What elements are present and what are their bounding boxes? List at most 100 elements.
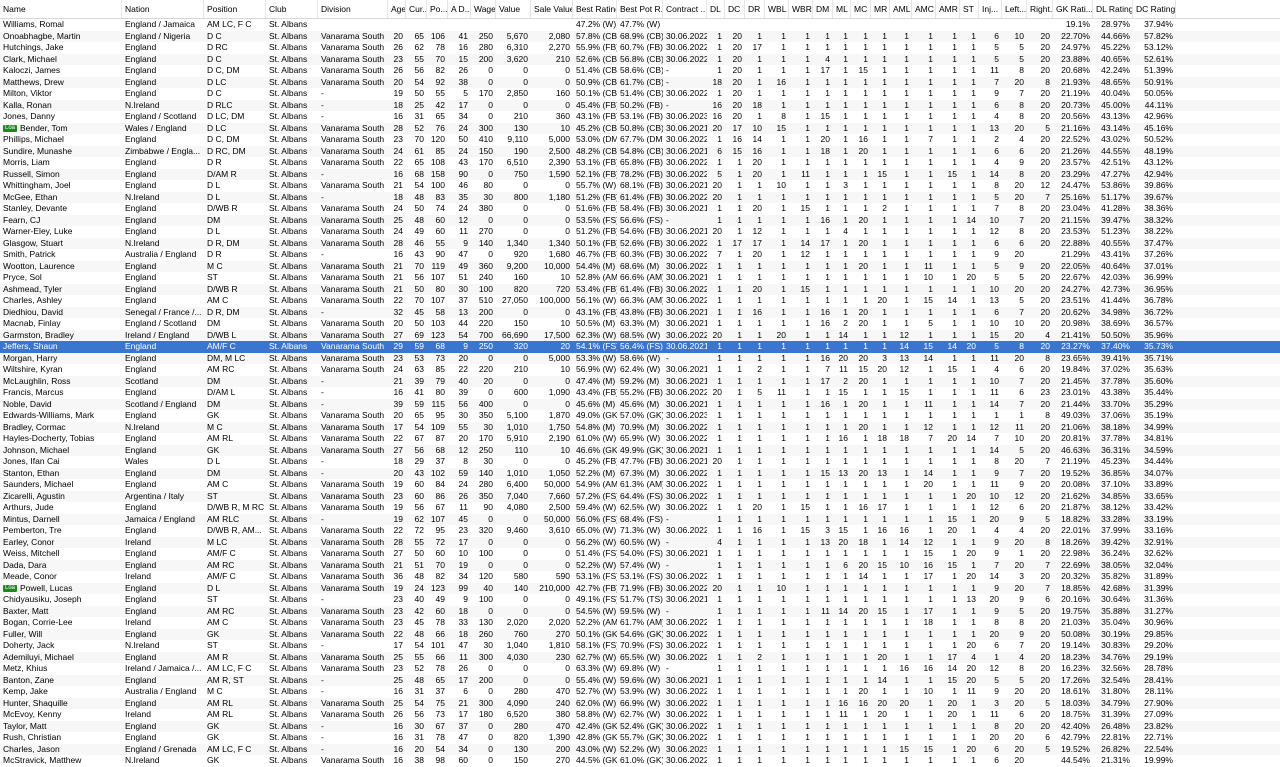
table-row[interactable]: Ademiluyi, Michael England AM R St. Albans V…: [0, 651, 1280, 663]
table-row[interactable]: Hayles-Docherty, Tobias England AM RL St. A…: [0, 433, 1280, 445]
column-header-dc-rating[interactable]: DC Rating: [1133, 0, 1176, 18]
table-row[interactable]: Glasgow, Stuart N.Ireland D R, DM St. Alban…: [0, 237, 1280, 249]
column-header-dc[interactable]: DC: [725, 0, 745, 18]
table-row[interactable]: Williams, Romal England / Jamaica AM LC, F…: [0, 19, 1280, 31]
column-header-inj[interactable]: Inj...: [979, 0, 1002, 18]
table-row[interactable]: Russell, Simon England D/AM R St. Albans -16…: [0, 168, 1280, 180]
table-row[interactable]: Garmston, Bradley Ireland / England D/WB L…: [0, 329, 1280, 341]
table-row[interactable]: Saunders, Michael England AM C St. Albans Va…: [0, 479, 1280, 491]
table-row[interactable]: Macnab, Finlay England / Scotland DM St. Al…: [0, 318, 1280, 330]
table-row[interactable]: Smith, Patrick Australia / England D R St. …: [0, 249, 1280, 261]
column-header-dl[interactable]: DL: [707, 0, 725, 18]
column-header-dl-rating[interactable]: DL Rating: [1093, 0, 1133, 18]
table-row[interactable]: Pemberton, Tre England D/WB R, AM... St. Al…: [0, 525, 1280, 537]
table-row[interactable]: McGee, Ethan N.Ireland D L St. Albans -18 48 8…: [0, 191, 1280, 203]
table-row[interactable]: Fearn, CJ England DM St. Albans Vanarama Sou…: [0, 214, 1280, 226]
table-row[interactable]: Jeffers, Shaun England AM/F C St. Albans Van…: [0, 341, 1280, 353]
table-row[interactable]: Mintus, Darnell Jamaica / England AM RLC St…: [0, 513, 1280, 525]
table-row[interactable]: Dada, Dara England AM RC St. Albans Vanarama…: [0, 559, 1280, 571]
table-row[interactable]: Pryce, Sol England ST St. Albans Vanarama So…: [0, 272, 1280, 284]
table-row[interactable]: Bogan, Corrie-Lee Ireland AM C St. Albans Va…: [0, 617, 1280, 629]
table-row[interactable]: Jones, Ifan Cai Wales D L St. Albans -18 29 37…: [0, 456, 1280, 468]
column-header-cur[interactable]: Cur...: [406, 0, 427, 18]
table-row[interactable]: Sundire, Munashe Zimbabwe / Engla... D RC,…: [0, 145, 1280, 157]
column-header-dm[interactable]: DM: [813, 0, 833, 18]
table-row[interactable]: Taylor, Matt England GK St. Albans -16 30 67 37…: [0, 720, 1280, 732]
table-row[interactable]: Charles, Jason England / Grenada AM LC, F …: [0, 743, 1280, 755]
column-header-left[interactable]: Left...: [1002, 0, 1027, 18]
column-header-wage[interactable]: Wage: [471, 0, 496, 18]
table-row[interactable]: Zicarelli, Agustin Argentina / Italy ST St.…: [0, 490, 1280, 502]
column-header-st[interactable]: ST: [960, 0, 979, 18]
table-row[interactable]: Warner-Eley, Luke England D L St. Albans Van…: [0, 226, 1280, 238]
column-header-gk-rati[interactable]: GK Rati...: [1053, 0, 1093, 18]
table-row[interactable]: Kaloczi, James England D C, DM St. Albans Va…: [0, 65, 1280, 77]
cell-dm: 1: [825, 421, 830, 432]
table-row[interactable]: McEvoy, Kenny Ireland AM RL St. Albans Vanar…: [0, 709, 1280, 721]
column-header-a-d[interactable]: A D...: [448, 0, 471, 18]
table-row[interactable]: Diedhiou, David Senegal / France /... D R,…: [0, 306, 1280, 318]
column-header-mc[interactable]: MC: [851, 0, 871, 18]
column-header-age[interactable]: Age: [388, 0, 406, 18]
table-row[interactable]: Kalla, Ronan N.Ireland D RLC St. Albans -18 2…: [0, 99, 1280, 111]
table-row[interactable]: Milton, Viktor England D C St. Albans -19 50 5…: [0, 88, 1280, 100]
column-header-value[interactable]: Value: [496, 0, 531, 18]
table-row[interactable]: Loa Bender, Tom Wales / England D LC St. Alb…: [0, 122, 1280, 134]
column-header-wbl[interactable]: WBL: [765, 0, 789, 18]
table-row[interactable]: Doherty, Jack N.Ireland ST St. Albans -17 54 1…: [0, 640, 1280, 652]
table-row[interactable]: Rush, Christian England GK St. Albans -16 31 7…: [0, 732, 1280, 744]
table-row[interactable]: Hutchings, Jake England D RC St. Albans Vana…: [0, 42, 1280, 54]
table-row[interactable]: Metz, Khius Ireland / Jamaica /... AM LC, …: [0, 663, 1280, 675]
table-row[interactable]: Onoabhagbe, Martin England / Nigeria D C St…: [0, 30, 1280, 42]
column-header-amr[interactable]: AMR: [936, 0, 960, 18]
column-header-division[interactable]: Division: [318, 0, 388, 18]
column-header-nation[interactable]: Nation: [122, 0, 204, 18]
table-row[interactable]: Morris, Liam England D R St. Albans Vanarama…: [0, 157, 1280, 169]
table-row[interactable]: Jones, Danny England / Scotland D LC, DM St…: [0, 111, 1280, 123]
table-row[interactable]: Johnson, Michael England GK St. Albans Vanar…: [0, 444, 1280, 456]
table-row[interactable]: Loa Powell, Lucas England D L St. Albans Vana…: [0, 582, 1280, 594]
table-row[interactable]: Kemp, Jake Australia / England M C St. Alba…: [0, 686, 1280, 698]
column-header-wbr[interactable]: WBR: [789, 0, 813, 18]
table-row[interactable]: Stanton, Ethan England DM St. Albans -20 43 10…: [0, 467, 1280, 479]
table-row[interactable]: Meade, Conor Ireland AM/F C St. Albans Vanar…: [0, 571, 1280, 583]
table-row[interactable]: Clark, Michael England D C St. Albans Vanara…: [0, 53, 1280, 65]
table-row[interactable]: McLaughlin, Ross Scotland DM St. Albans -21 3…: [0, 375, 1280, 387]
table-row[interactable]: Earley, Conor Ireland M LC St. Albans Vanara…: [0, 536, 1280, 548]
column-header-right[interactable]: Right...: [1027, 0, 1053, 18]
column-header-sale-value[interactable]: Sale Value: [531, 0, 573, 18]
table-row[interactable]: Ashmead, Tyler England D/WB R St. Albans Van…: [0, 283, 1280, 295]
column-header-ml[interactable]: ML: [833, 0, 851, 18]
table-row[interactable]: Francis, Marcus England D/AM L St. Albans -1…: [0, 387, 1280, 399]
column-header-club[interactable]: Club: [266, 0, 318, 18]
column-header-po[interactable]: Po...: [427, 0, 448, 18]
column-header-name[interactable]: Name: [0, 0, 122, 18]
table-row[interactable]: Arthurs, Jude England D/WB R, M RC St. Alba…: [0, 502, 1280, 514]
table-row[interactable]: Fuller, Will England GK St. Albans Vanarama …: [0, 628, 1280, 640]
table-row[interactable]: Weiss, Mitchell England AM/F C St. Albans Va…: [0, 548, 1280, 560]
table-row[interactable]: Morgan, Harry England DM, M LC St. Albans Va…: [0, 352, 1280, 364]
table-row[interactable]: Charles, Ashley England AM C St. Albans Vana…: [0, 295, 1280, 307]
table-row[interactable]: Banton, Zane England AM R, ST St. Albans -25…: [0, 674, 1280, 686]
table-row[interactable]: Whittingham, Joel England D L St. Albans Van…: [0, 180, 1280, 192]
column-header-best-rating[interactable]: Best Rating: [573, 0, 617, 18]
table-row[interactable]: Matthews, Drew England D LC St. Albans Vanar…: [0, 76, 1280, 88]
column-header-amc[interactable]: AMC: [912, 0, 936, 18]
column-header-position[interactable]: Position: [204, 0, 266, 18]
column-header-dr[interactable]: DR: [745, 0, 765, 18]
column-header-contract[interactable]: Contract ...: [663, 0, 707, 18]
table-row[interactable]: Noble, David Scotland / England DM St. Alba…: [0, 398, 1280, 410]
table-row[interactable]: Wiltshire, Kyran England AM RC St. Albans Va…: [0, 364, 1280, 376]
table-row[interactable]: Stanley, Devante England D/WB R St. Albans V…: [0, 203, 1280, 215]
column-header-aml[interactable]: AML: [890, 0, 912, 18]
table-row[interactable]: Hunter, Shaquille England AM RL St. Albans V…: [0, 697, 1280, 709]
table-row[interactable]: Baxter, Matt England AM RC St. Albans Vanara…: [0, 605, 1280, 617]
column-header-mr[interactable]: MR: [871, 0, 890, 18]
column-header-best-pot-r[interactable]: Best Pot R...: [617, 0, 663, 18]
table-row[interactable]: Edwards-Williams, Mark England GK St. Alban…: [0, 410, 1280, 422]
table-row[interactable]: Bradley, Cormac N.Ireland M C St. Albans Van…: [0, 421, 1280, 433]
table-row[interactable]: Phillips, Michael England D C, DM St. Alban…: [0, 134, 1280, 146]
table-row[interactable]: McStravick, Matthew N.Ireland GK St. Albans…: [0, 755, 1280, 767]
table-row[interactable]: Chidyausiku, Joseph England ST St. Albans -2…: [0, 594, 1280, 606]
table-row[interactable]: Wootton, Laurence England M C St. Albans Van…: [0, 260, 1280, 272]
